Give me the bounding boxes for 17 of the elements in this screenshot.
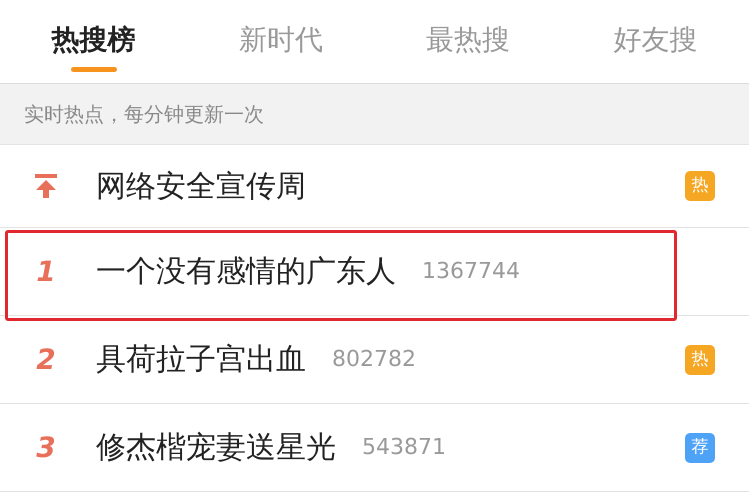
pin-top-icon bbox=[34, 173, 58, 199]
trend-title[interactable]: 一个没有感情的广东人 bbox=[96, 249, 396, 294]
tab-indicator bbox=[70, 67, 117, 72]
rank-number: 1 bbox=[36, 254, 56, 290]
tag-badge: 热 bbox=[685, 344, 715, 374]
trend-title[interactable]: 具荷拉子宫出血 bbox=[96, 337, 306, 382]
trend-title[interactable]: 修杰楷宠妻送星光 bbox=[96, 425, 336, 470]
tag-badge: 荐 bbox=[685, 432, 715, 462]
tab[interactable]: 热搜榜 bbox=[52, 11, 136, 61]
trend-title[interactable]: 网络安全宣传周 bbox=[96, 164, 306, 208]
rank-number: 3 bbox=[36, 430, 56, 466]
search-count: 802782 bbox=[332, 346, 416, 374]
search-count: 1367744 bbox=[422, 258, 520, 286]
search-count: 543871 bbox=[362, 434, 446, 462]
rank-number: 2 bbox=[36, 342, 56, 378]
tag-badge: 热 bbox=[685, 171, 715, 201]
section-caption: 实时热点，每分钟更新一次 bbox=[24, 101, 264, 128]
